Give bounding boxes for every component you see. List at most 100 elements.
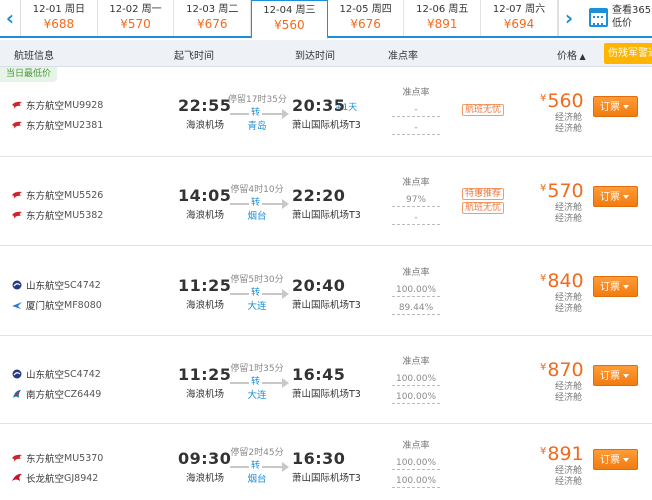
cabin-class-leg-0: 经济舱	[554, 203, 582, 213]
departure-time: 11:25	[178, 365, 232, 384]
dropdown-caret-icon	[623, 458, 629, 462]
price-value: 570	[547, 180, 584, 202]
departure-airport: 海浪机场	[186, 120, 225, 131]
transfer-word: 转	[249, 287, 263, 299]
transfer-city-link[interactable]: 烟台	[228, 474, 286, 486]
airline-leg-0[interactable]: 山东航空 SC4742	[12, 278, 101, 292]
cabin-class-leg-1: 经济舱	[554, 214, 582, 224]
transfer-city-link[interactable]: 烟台	[228, 211, 286, 223]
transfer-arrow: 转	[228, 460, 289, 472]
yen-symbol: ¥	[540, 93, 547, 104]
price-value: 891	[547, 443, 584, 465]
flight-number: MU5370	[64, 452, 104, 464]
transfer-city-link[interactable]: 大连	[228, 301, 286, 313]
promo-tag[interactable]: 特惠推荐	[462, 188, 505, 200]
price: ¥840	[540, 270, 584, 292]
date-tab-6[interactable]: 12-07 周六 ¥694	[481, 0, 558, 36]
price: ¥891	[540, 443, 584, 465]
transfer-arrow: 转	[228, 376, 289, 388]
arrival-airport: 萧山国际机场T3	[292, 120, 361, 131]
airline-leg-1[interactable]: 东方航空 MU2381	[12, 118, 103, 132]
header-price-sort[interactable]: 价格 ▲	[557, 47, 586, 62]
departure-airport: 海浪机场	[186, 210, 225, 221]
arrival-time: 20:40	[292, 276, 346, 295]
transfer-city-link[interactable]: 大连	[228, 390, 286, 402]
on-time-rate: 准点率 100.00% 89.44%	[392, 267, 440, 315]
next-dates-button[interactable]: ›	[558, 0, 579, 36]
eastern-logo-icon	[12, 100, 22, 110]
on-time-rate: 准点率 100.00% 100.00%	[392, 356, 440, 404]
date-tab-4[interactable]: 12-05 周四 ¥676	[328, 0, 405, 36]
date-label: 12-07 周六	[492, 4, 546, 15]
transfer-word: 转	[249, 376, 263, 388]
airline-leg-1[interactable]: 厦门航空 MF8080	[12, 298, 102, 312]
date-tab-5[interactable]: 12-06 周五 ¥891	[404, 0, 482, 36]
book-button[interactable]: 订票	[593, 276, 638, 297]
shandong-logo-icon	[12, 280, 22, 290]
promo-tag[interactable]: 航班无忧	[462, 202, 505, 214]
book-label: 订票	[600, 102, 620, 113]
airline-leg-1[interactable]: 长龙航空 GJ8942	[12, 471, 98, 485]
departure-time: 09:30	[178, 449, 232, 468]
date-tab-1[interactable]: 12-02 周一 ¥570	[98, 0, 175, 36]
on-time-value-leg-1: 100.00%	[392, 391, 440, 404]
date-label: 12-01 周日	[32, 4, 85, 15]
date-label: 12-02 周一	[109, 4, 162, 15]
promo-tag[interactable]: 航班无忧	[462, 104, 505, 116]
date-tab-3-active[interactable]: 12-04 周三 ¥560	[251, 0, 328, 39]
departure-time: 22:55	[178, 96, 232, 115]
header-depart-time[interactable]: 起飞时间	[174, 47, 214, 62]
on-time-rate: 准点率 - -	[392, 87, 440, 135]
price-value: 560	[547, 90, 584, 112]
book-label: 订票	[600, 282, 620, 293]
dropdown-caret-icon	[623, 285, 629, 289]
book-button[interactable]: 订票	[593, 365, 638, 386]
sort-arrow-icon: ▲	[577, 52, 586, 61]
book-button[interactable]: 订票	[593, 186, 638, 207]
book-button[interactable]: 订票	[593, 96, 638, 117]
arrival-airport: 萧山国际机场T3	[292, 473, 361, 484]
date-label: 12-06 周五	[416, 4, 469, 15]
book-label: 订票	[600, 192, 620, 203]
transfer-info: 停留4时10分 转 烟台	[228, 185, 289, 223]
stop-duration: 停留17时35分	[228, 95, 287, 105]
airline-leg-0[interactable]: 东方航空 MU5526	[12, 188, 103, 202]
airline-leg-0[interactable]: 东方航空 MU5370	[12, 451, 103, 465]
southern-logo-icon	[12, 389, 22, 399]
book-button[interactable]: 订票	[593, 449, 638, 470]
transfer-info: 停留2时45分 转 烟台	[228, 448, 289, 486]
airline-leg-1[interactable]: 南方航空 CZ6449	[12, 387, 101, 401]
transfer-info: 停留1时35分 转 大连	[228, 364, 289, 402]
on-time-rate: 准点率 97% -	[392, 177, 440, 225]
airline-leg-0[interactable]: 东方航空 MU9928	[12, 98, 103, 112]
airline-leg-1[interactable]: 东方航空 MU5382	[12, 208, 103, 222]
transfer-city-link[interactable]: 青岛	[228, 121, 286, 133]
arrival-airport: 萧山国际机场T3	[292, 210, 361, 221]
header-flight-info: 航班信息	[14, 51, 54, 62]
departure-airport: 海浪机场	[186, 300, 225, 311]
airline-name: 东方航空	[26, 211, 65, 222]
date-tab-0[interactable]: 12-01 周日 ¥688	[21, 0, 98, 36]
airline-leg-0[interactable]: 山东航空 SC4742	[12, 367, 101, 381]
date-price: ¥694	[503, 17, 535, 31]
low-price-calendar-button[interactable]: 查看365天 低价	[582, 0, 652, 36]
transfer-info: 停留17时35分 转 青岛	[228, 95, 289, 133]
on-time-value-leg-1: 89.44%	[392, 302, 440, 315]
cabin-class-leg-0: 经济舱	[554, 113, 582, 123]
date-price: ¥676	[350, 17, 381, 31]
xiamen-logo-icon	[12, 300, 22, 310]
header-arrive-time[interactable]: 到达时间	[295, 47, 335, 62]
flight-number: CZ6449	[64, 388, 102, 400]
departure-time: 11:25	[178, 276, 232, 295]
date-price: ¥676	[196, 17, 228, 31]
price-value: 840	[547, 270, 584, 292]
date-tab-2[interactable]: 12-03 周二 ¥676	[174, 0, 252, 36]
cabin-class-leg-1: 经济舱	[554, 393, 582, 403]
disabled-veteran-channel-button[interactable]: 伤残军警通道	[604, 43, 652, 64]
prev-dates-button[interactable]: ‹	[0, 0, 21, 36]
airline-name: 山东航空	[26, 370, 65, 381]
stop-duration: 停留1时35分	[230, 364, 284, 374]
on-time-value-leg-1: -	[392, 212, 440, 225]
arrival-time: 16:45	[292, 365, 346, 384]
calendar-label: 查看365天 低价	[612, 4, 652, 30]
